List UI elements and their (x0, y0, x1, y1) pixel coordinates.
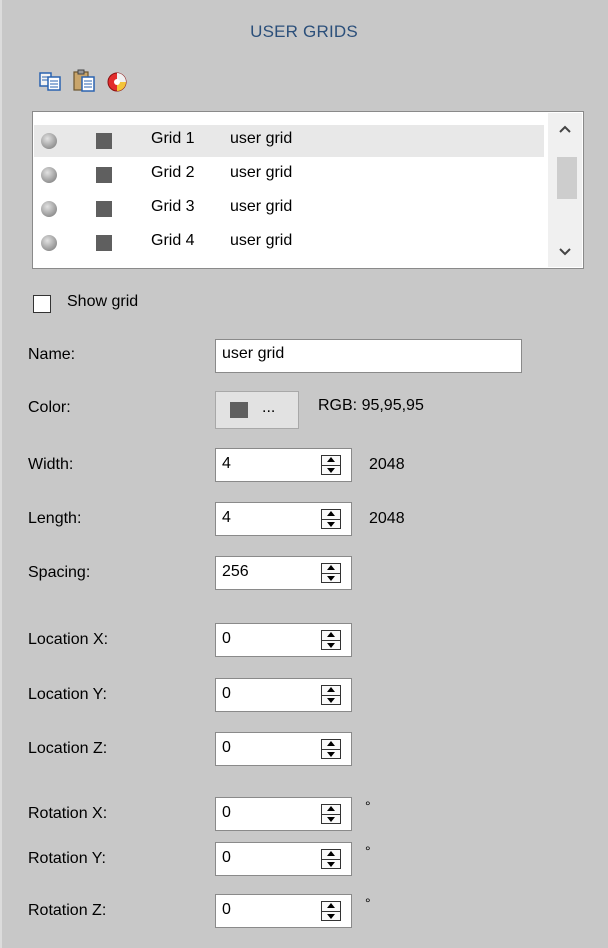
location-z-stepper[interactable]: 0 (215, 732, 352, 766)
spinner-arrows-icon[interactable] (321, 804, 341, 824)
location-z-label: Location Z: (28, 740, 108, 757)
scrollbar-thumb[interactable] (557, 157, 577, 199)
list-item[interactable]: Grid 4 user grid (34, 227, 544, 259)
width-label: Width: (28, 456, 74, 473)
length-computed: 2048 (369, 510, 405, 527)
copy-icon[interactable] (38, 68, 64, 94)
grid-color-swatch (96, 133, 112, 149)
grid-color-swatch (96, 201, 112, 217)
visibility-indicator-icon[interactable] (41, 235, 57, 251)
rotation-y-value: 0 (222, 849, 231, 866)
grid-name: Grid 2 (151, 164, 195, 181)
list-item[interactable]: Grid 2 user grid (34, 159, 544, 191)
name-input[interactable]: user grid (215, 339, 522, 373)
spinner-arrows-icon[interactable] (321, 849, 341, 869)
color-swatch (230, 402, 248, 418)
grid-color-swatch (96, 167, 112, 183)
list-scrollbar[interactable] (548, 113, 582, 267)
spinner-arrows-icon[interactable] (321, 901, 341, 921)
rotation-x-unit: ° (365, 798, 371, 814)
visibility-indicator-icon[interactable] (41, 133, 57, 149)
grid-description: user grid (230, 130, 293, 147)
rotation-y-unit: ° (365, 843, 371, 859)
grid-name: Grid 3 (151, 198, 195, 215)
spinner-arrows-icon[interactable] (321, 563, 341, 583)
location-y-value: 0 (222, 685, 231, 702)
list-item[interactable]: Grid 1 user grid (34, 125, 544, 157)
color-picker-button[interactable]: ... (215, 391, 299, 429)
spinner-arrows-icon[interactable] (321, 455, 341, 475)
rotation-z-unit: ° (365, 895, 371, 911)
panel-title: USER GRIDS (250, 22, 358, 41)
grid-name: Grid 4 (151, 232, 195, 249)
scroll-down-icon[interactable] (548, 237, 582, 267)
location-z-value: 0 (222, 739, 231, 756)
rgb-value: RGB: 95,95,95 (318, 397, 424, 414)
grid-description: user grid (230, 232, 293, 249)
color-button-ellipsis: ... (262, 399, 276, 416)
location-x-label: Location X: (28, 631, 109, 648)
rotation-z-label: Rotation Z: (28, 902, 107, 919)
length-label: Length: (28, 510, 82, 527)
rotation-x-stepper[interactable]: 0 (215, 797, 352, 831)
spacing-stepper[interactable]: 256 (215, 556, 352, 590)
width-value: 4 (222, 455, 231, 472)
color-wheel-icon[interactable] (104, 68, 130, 94)
rotation-x-value: 0 (222, 804, 231, 821)
spinner-arrows-icon[interactable] (321, 685, 341, 705)
spinner-arrows-icon[interactable] (321, 509, 341, 529)
show-grid-label[interactable]: Show grid (67, 293, 138, 311)
grid-description: user grid (230, 164, 293, 181)
grid-description: user grid (230, 198, 293, 215)
paste-icon[interactable] (72, 68, 98, 94)
color-label: Color: (28, 399, 71, 416)
grid-color-swatch (96, 235, 112, 251)
spinner-arrows-icon[interactable] (321, 630, 341, 650)
rotation-x-label: Rotation X: (28, 805, 108, 822)
width-stepper[interactable]: 4 (215, 448, 352, 482)
rotation-y-label: Rotation Y: (28, 850, 106, 867)
rotation-z-stepper[interactable]: 0 (215, 894, 352, 928)
spacing-label: Spacing: (28, 564, 91, 581)
list-item[interactable]: Grid 3 user grid (34, 193, 544, 225)
visibility-indicator-icon[interactable] (41, 201, 57, 217)
spinner-arrows-icon[interactable] (321, 739, 341, 759)
show-grid-checkbox[interactable] (33, 295, 51, 313)
scroll-up-icon[interactable] (548, 113, 582, 143)
width-computed: 2048 (369, 456, 405, 473)
rotation-z-value: 0 (222, 901, 231, 918)
name-label: Name: (28, 346, 76, 363)
panel-edge (0, 0, 2, 948)
spacing-value: 256 (222, 563, 249, 580)
grid-list[interactable]: Grid 1 user grid Grid 2 user grid Grid 3… (32, 111, 584, 269)
location-y-stepper[interactable]: 0 (215, 678, 352, 712)
visibility-indicator-icon[interactable] (41, 167, 57, 183)
location-x-stepper[interactable]: 0 (215, 623, 352, 657)
grid-name: Grid 1 (151, 130, 195, 147)
length-stepper[interactable]: 4 (215, 502, 352, 536)
length-value: 4 (222, 509, 231, 526)
rotation-y-stepper[interactable]: 0 (215, 842, 352, 876)
location-y-label: Location Y: (28, 686, 107, 703)
location-x-value: 0 (222, 630, 231, 647)
